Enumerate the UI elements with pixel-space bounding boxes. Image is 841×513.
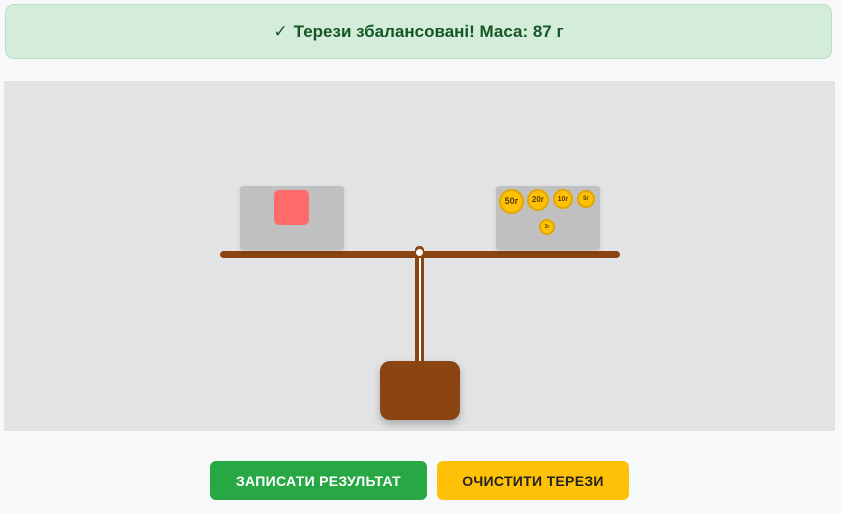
scale-base — [380, 361, 460, 420]
weight-20g[interactable]: 20г — [527, 189, 549, 211]
record-result-button[interactable]: ЗАПИСАТИ РЕЗУЛЬТАТ — [210, 461, 427, 500]
pivot-point — [416, 249, 423, 256]
weight-2g[interactable]: 2г — [539, 219, 555, 235]
right-pan[interactable]: 50г 20г 10г 5г 2г — [496, 186, 600, 250]
left-pan[interactable] — [240, 186, 344, 250]
scale-area: 50г 20г 10г 5г 2г — [4, 81, 835, 431]
weighed-object[interactable] — [274, 190, 309, 225]
weight-5g[interactable]: 5г — [577, 190, 595, 208]
weight-10g[interactable]: 10г — [553, 189, 573, 209]
scale-needle — [419, 257, 421, 377]
status-message: Терези збалансовані! Маса: 87 г — [293, 21, 564, 41]
weight-50g[interactable]: 50г — [499, 189, 524, 214]
clear-scale-button[interactable]: ОЧИСТИТИ ТЕРЕЗИ — [437, 461, 629, 500]
check-icon: ✓ — [273, 21, 288, 41]
status-banner: ✓ Терези збалансовані! Маса: 87 г — [5, 4, 832, 59]
